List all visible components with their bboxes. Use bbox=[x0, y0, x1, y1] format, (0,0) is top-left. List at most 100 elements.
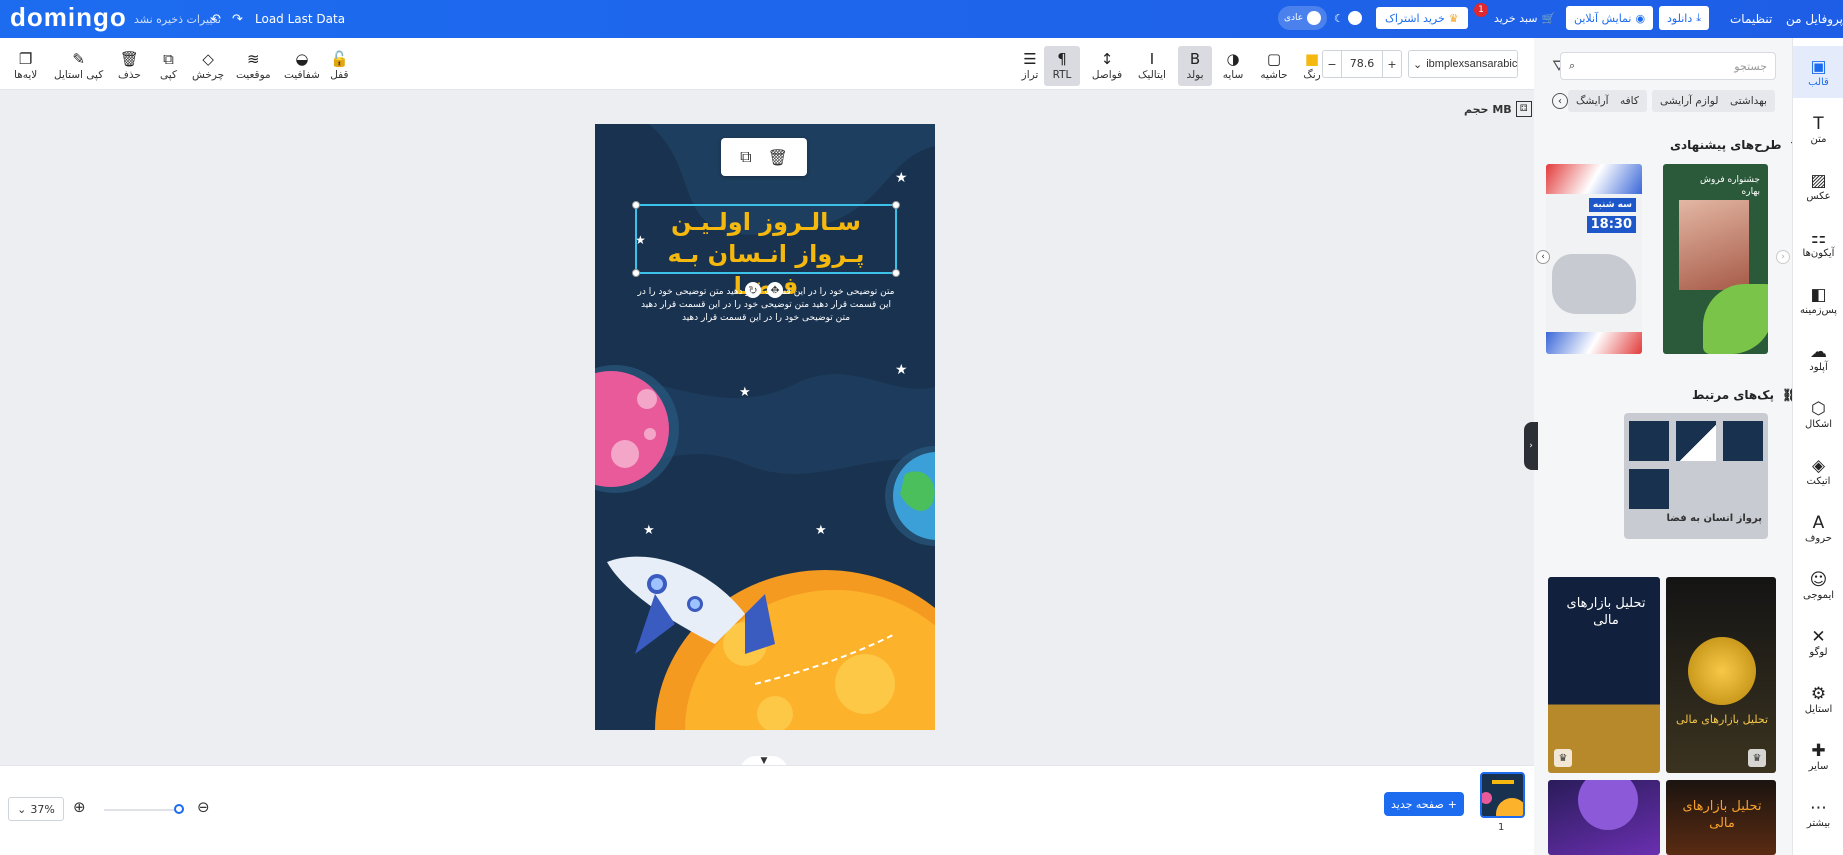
nav-sticker[interactable]: ◈ اتیکت bbox=[1793, 445, 1843, 497]
thumbs-left-arrow[interactable]: ‹ bbox=[1536, 250, 1550, 264]
category-chip[interactable]: آرایشگ bbox=[1568, 90, 1617, 112]
purple-planet bbox=[1578, 780, 1638, 830]
online-preview-button[interactable]: نمایش آنلاین ◉ bbox=[1566, 6, 1654, 30]
nav-background[interactable]: ◧ پس‌زمینه bbox=[1793, 274, 1843, 326]
grid-icon[interactable]: ⚃ bbox=[1515, 101, 1532, 117]
cart-count-badge: 1 bbox=[1474, 3, 1488, 17]
template-thumb-map[interactable]: سه شنبه 18:30 bbox=[1546, 164, 1642, 354]
load-last-data-button[interactable]: Load Last Data bbox=[255, 0, 345, 38]
layers-tool[interactable]: ❐ لایه‌ها bbox=[14, 46, 37, 86]
thumb-time: 18:30 bbox=[1586, 216, 1636, 233]
undo-icon[interactable]: ↶ bbox=[210, 0, 221, 38]
subscribe-button[interactable]: خرید اشتراک ♛ bbox=[1376, 7, 1468, 29]
theme-label: عادی bbox=[1284, 13, 1304, 23]
border-tool[interactable]: ▢ حاشیه bbox=[1260, 46, 1288, 86]
redo-icon[interactable]: ↷ bbox=[232, 0, 243, 38]
search-icon: ⌕ bbox=[1569, 59, 1576, 72]
settings-link[interactable]: تنظیمات bbox=[1730, 0, 1772, 38]
design-page[interactable]: ★ ★ ★ ★ ★ ★ ⧉ 🗑 سـالـروز اولـیـن پـرواز … bbox=[595, 124, 935, 730]
nav-sticker-label: اتیکت bbox=[1806, 475, 1831, 487]
shadow-tool[interactable]: ◑ سایه bbox=[1220, 46, 1246, 86]
moon-icon: ☾ bbox=[1334, 11, 1344, 25]
selected-title-box[interactable]: سـالـروز اولـیـن پـرواز انـسان بـه فـضـا bbox=[632, 201, 900, 300]
zoom-in-icon[interactable]: ⊕ bbox=[73, 798, 86, 816]
resize-handle[interactable] bbox=[892, 201, 900, 209]
copy-style-tool[interactable]: ✎ کپی استایل bbox=[54, 46, 103, 86]
nav-shapes[interactable]: ⬡ اشکال bbox=[1793, 388, 1843, 440]
template-card-finance-3[interactable]: تحلیل بازارهای مالی bbox=[1666, 780, 1776, 855]
position-tool[interactable]: ≋ موقعیت bbox=[236, 46, 271, 86]
plus-icon[interactable]: + bbox=[1383, 58, 1401, 71]
nav-more[interactable]: ⋯ بیشتر bbox=[1793, 787, 1843, 839]
italic-label: ایتالیک bbox=[1138, 69, 1166, 81]
nav-fonts[interactable]: A حروف bbox=[1793, 502, 1843, 554]
rotate-tool[interactable]: ◇ چرخش bbox=[192, 46, 224, 86]
color-tool[interactable]: ■ رنگ bbox=[1300, 46, 1324, 86]
search-input[interactable]: جستجو ⌕ bbox=[1560, 52, 1776, 80]
zoom-slider[interactable] bbox=[104, 804, 184, 814]
bold-tool[interactable]: B بولد bbox=[1178, 46, 1212, 86]
trash-icon[interactable]: 🗑 bbox=[768, 148, 788, 167]
align-tool[interactable]: ☰ تراز bbox=[1016, 46, 1044, 86]
more-icon: ⋯ bbox=[1810, 797, 1827, 818]
nav-icons[interactable]: ⚏ آیکون‌ها bbox=[1793, 217, 1843, 269]
shapes-icon: ⬡ bbox=[1811, 398, 1826, 419]
panel-collapse-tab[interactable]: › bbox=[1524, 422, 1538, 470]
nav-upload[interactable]: ☁ آپلود bbox=[1793, 331, 1843, 383]
page-thumbnail[interactable] bbox=[1480, 772, 1525, 818]
template-card-finance-2[interactable]: تحلیل بازارهای مالی ♛ bbox=[1666, 577, 1776, 773]
font-size-input[interactable]: 78.6 bbox=[1341, 51, 1383, 77]
resize-handle[interactable] bbox=[632, 269, 640, 277]
delete-tool[interactable]: 🗑 حذف bbox=[118, 46, 141, 86]
nav-style[interactable]: ⚙ استایل bbox=[1793, 673, 1843, 725]
zoom-select[interactable]: ⌄ 37% bbox=[8, 797, 64, 821]
category-chip[interactable]: کافه bbox=[1612, 90, 1647, 112]
profile-link[interactable]: پروفایل من bbox=[1786, 0, 1843, 38]
nav-template[interactable]: ▣ قالب bbox=[1793, 46, 1843, 98]
opacity-tool[interactable]: ◒ شفافیت bbox=[284, 46, 320, 86]
suggested-title: طرح‌های پیشنهادی ♛ bbox=[1670, 138, 1800, 152]
other-icon: ✚ bbox=[1811, 740, 1826, 761]
spacing-tool[interactable]: ↕ فواصل bbox=[1090, 46, 1124, 86]
category-chip[interactable]: بهداشتی bbox=[1722, 90, 1775, 112]
svg-text:★: ★ bbox=[739, 385, 751, 400]
download-button[interactable]: دانلود ⤓ bbox=[1659, 6, 1710, 30]
description-text[interactable]: متن توضیحی خود را در این قسمت قرار دهید … bbox=[635, 286, 897, 325]
template-card-space[interactable] bbox=[1548, 780, 1660, 855]
copy-tool[interactable]: ⧉ کپی bbox=[160, 46, 177, 86]
resize-handle[interactable] bbox=[892, 269, 900, 277]
pack-card[interactable]: پرواز انسان به فضا bbox=[1624, 413, 1768, 539]
thumb-brush-top bbox=[1546, 164, 1642, 194]
favorite-icon[interactable]: ♛ bbox=[1554, 749, 1572, 767]
template-card-finance-1[interactable]: تحلیل بازارهای مالی ♛ bbox=[1548, 577, 1660, 773]
domingo-logo[interactable]: domingo bbox=[10, 2, 127, 33]
opacity-label: شفافیت bbox=[284, 69, 320, 81]
nav-icons-label: آیکون‌ها bbox=[1802, 247, 1835, 259]
nav-photo[interactable]: ▨ عکس bbox=[1793, 160, 1843, 212]
nav-other[interactable]: ✚ سایر bbox=[1793, 730, 1843, 782]
font-family-select[interactable]: ⌄ ibmplexsansarabic bbox=[1408, 50, 1518, 78]
resize-handle[interactable] bbox=[632, 201, 640, 209]
zoom-out-icon[interactable]: ⊖ bbox=[197, 798, 210, 816]
chips-left-arrow[interactable]: ‹ bbox=[1552, 93, 1568, 109]
nav-text[interactable]: T متن bbox=[1793, 103, 1843, 155]
chevron-down-icon: ⌄ bbox=[17, 802, 27, 816]
lock-tool[interactable]: 🔓 قفل bbox=[330, 46, 349, 86]
nav-emoji[interactable]: ☺ ایموجی bbox=[1793, 559, 1843, 611]
thumb-leaf bbox=[1703, 284, 1768, 354]
template-thumb-cosmetics[interactable]: جشنواره فروش بهاره bbox=[1663, 164, 1768, 354]
rtl-tool[interactable]: ¶ RTL bbox=[1044, 46, 1080, 86]
theme-toggle[interactable]: عادی bbox=[1278, 6, 1328, 30]
align-label: تراز bbox=[1021, 69, 1039, 81]
favorite-icon[interactable]: ♛ bbox=[1748, 749, 1766, 767]
zoom-slider-handle[interactable] bbox=[174, 804, 184, 814]
category-chip[interactable]: لوازم آرایشی bbox=[1652, 90, 1727, 112]
nav-logo[interactable]: ✕ لوگو bbox=[1793, 616, 1843, 668]
cart-button[interactable]: 1 سبد خرید 🛒 bbox=[1474, 3, 1563, 30]
dark-mode-toggle[interactable]: ☾ bbox=[1330, 6, 1366, 30]
thumbs-right-arrow[interactable]: › bbox=[1776, 250, 1790, 264]
minus-icon[interactable]: − bbox=[1323, 58, 1341, 71]
italic-tool[interactable]: I ایتالیک bbox=[1134, 46, 1170, 86]
duplicate-icon[interactable]: ⧉ bbox=[740, 147, 751, 167]
new-page-button[interactable]: صفحه جدید + bbox=[1384, 792, 1464, 816]
